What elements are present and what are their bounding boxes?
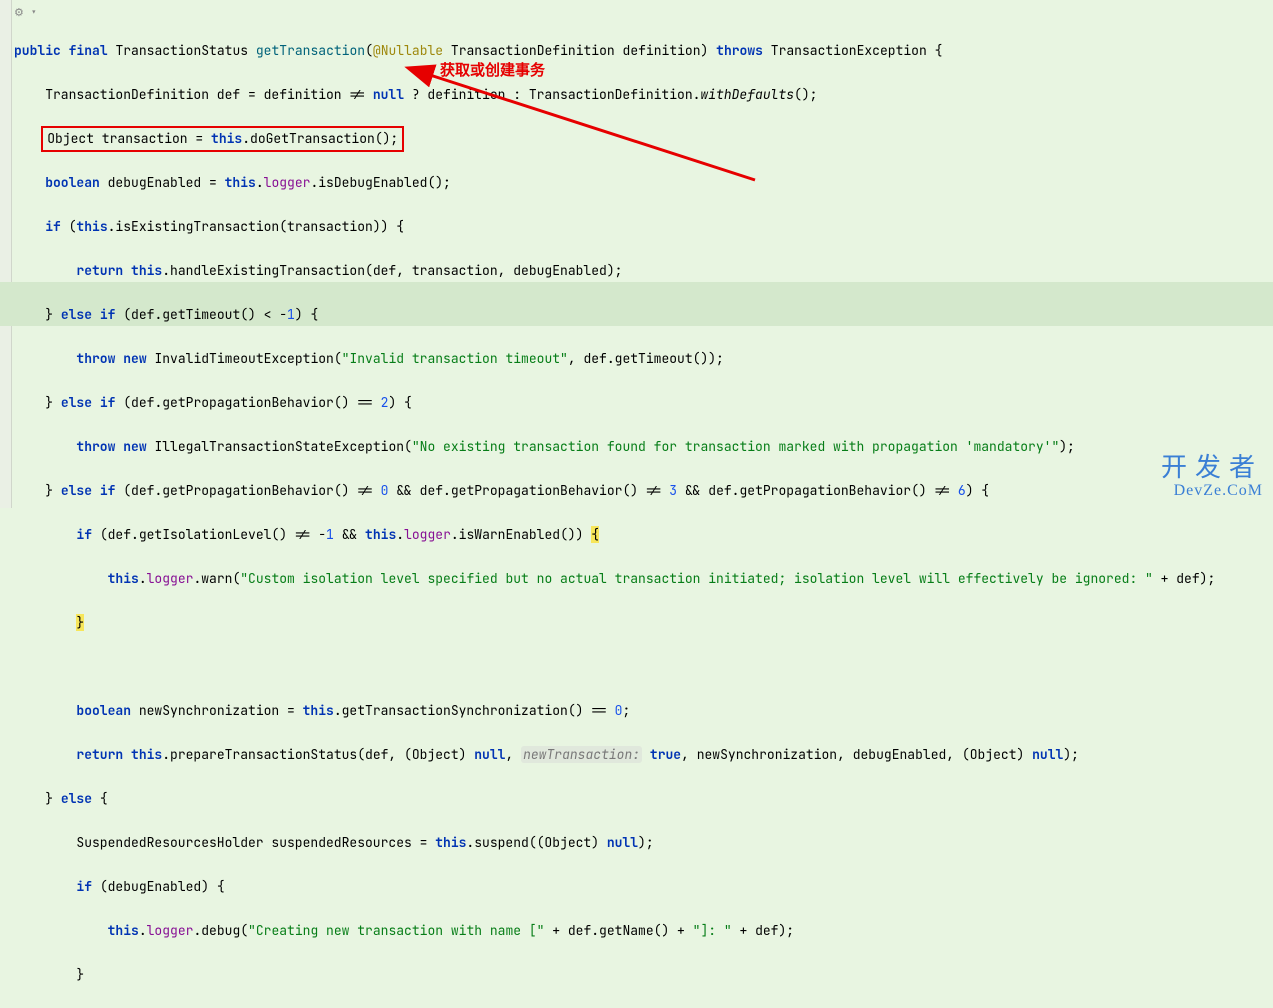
code-line[interactable]: } [14,612,1215,634]
code-line[interactable]: Object transaction = this.doGetTransacti… [14,128,1215,150]
code-line[interactable] [14,656,1215,678]
code-line[interactable]: } else if (def.getPropagationBehavior() … [14,480,1215,502]
code-line[interactable]: throw new IllegalTransactionStateExcepti… [14,436,1215,458]
code-editor[interactable]: public final TransactionStatus getTransa… [14,18,1215,1008]
code-line[interactable]: } else if (def.getTimeout() < -1) { [14,304,1215,326]
code-line[interactable]: return this.prepareTransactionStatus(def… [14,744,1215,766]
code-line[interactable]: public final TransactionStatus getTransa… [14,40,1215,62]
code-line[interactable]: boolean debugEnabled = this.logger.isDeb… [14,172,1215,194]
code-line[interactable]: this.logger.debug("Creating new transact… [14,920,1215,942]
watermark: 开发者 DevZe.CoM [1161,454,1263,500]
annotation-label: 获取或创建事务 [440,60,545,82]
code-line[interactable]: TransactionDefinition def = definition !… [14,84,1215,106]
code-line[interactable]: boolean newSynchronization = this.getTra… [14,700,1215,722]
code-line[interactable]: } else if (def.getPropagationBehavior() … [14,392,1215,414]
parameter-hint: newTransaction: [521,746,642,763]
code-line[interactable]: SuspendedResourcesHolder suspendedResour… [14,832,1215,854]
code-line[interactable]: if (def.getIsolationLevel() != -1 && thi… [14,524,1215,546]
highlighted-box: Object transaction = this.doGetTransacti… [41,126,404,152]
code-line[interactable]: return this.handleExistingTransaction(de… [14,260,1215,282]
code-line[interactable]: } else { [14,788,1215,810]
code-line[interactable]: } [14,964,1215,986]
editor-gutter [0,0,12,508]
code-line[interactable]: if (this.isExistingTransaction(transacti… [14,216,1215,238]
code-line[interactable]: this.logger.warn("Custom isolation level… [14,568,1215,590]
code-line[interactable]: throw new InvalidTimeoutException("Inval… [14,348,1215,370]
code-line[interactable]: if (debugEnabled) { [14,876,1215,898]
